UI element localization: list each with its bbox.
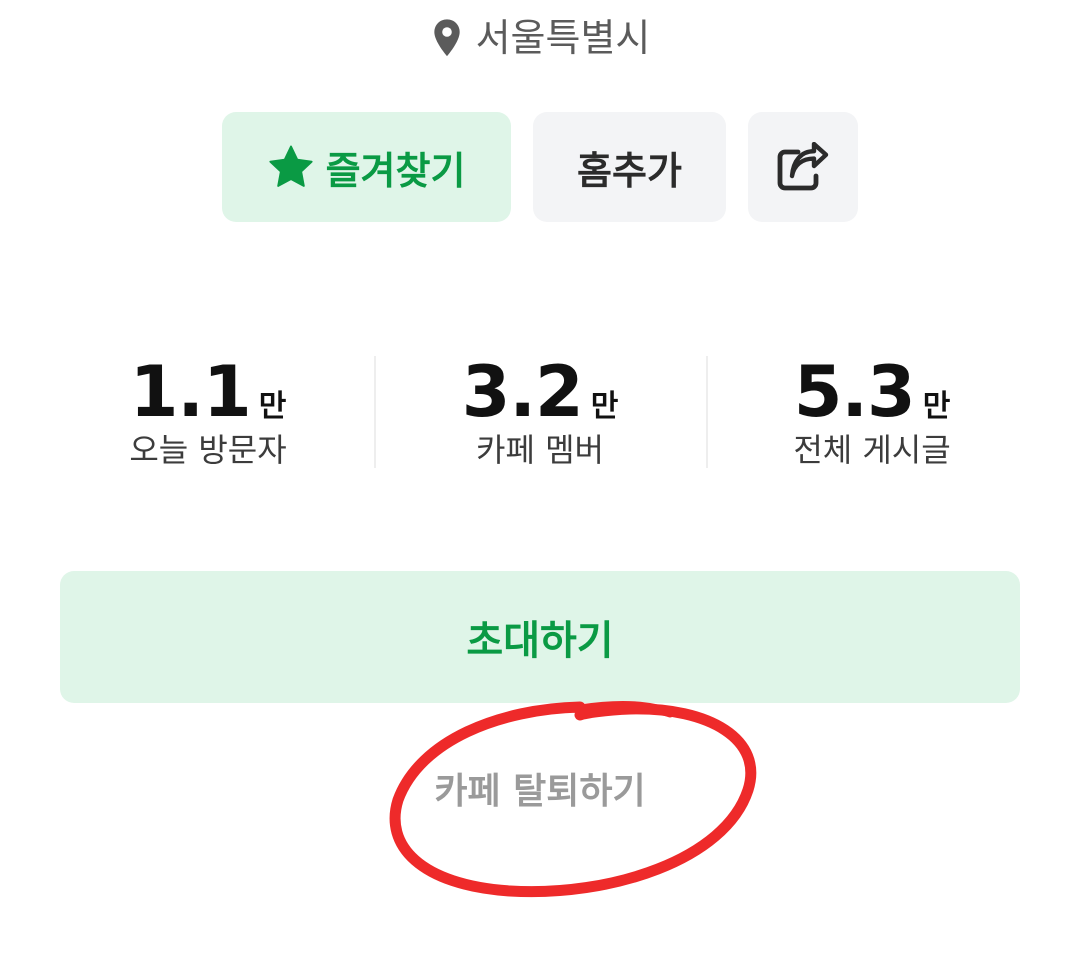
stat-unit: 만 xyxy=(922,389,951,424)
add-to-home-label: 홈추가 xyxy=(577,148,682,193)
stat-label: 카페 멤버 xyxy=(476,431,604,469)
stat-value: 5.3 만 xyxy=(794,352,951,432)
add-to-home-button[interactable]: 홈추가 xyxy=(533,112,726,222)
stat-total-posts: 5.3 만 전체 게시글 xyxy=(706,352,1038,472)
cafe-stats: 1.1 만 오늘 방문자 3.2 만 카페 멤버 5.3 만 전체 게시글 xyxy=(42,352,1038,472)
stat-number: 3.2 xyxy=(461,351,584,433)
favorite-label: 즐겨찾기 xyxy=(325,148,466,193)
stat-cafe-members: 3.2 만 카페 멤버 xyxy=(374,352,706,472)
location-row: 서울특별시 xyxy=(0,12,1080,64)
share-icon xyxy=(777,142,829,191)
favorite-button[interactable]: 즐겨찾기 xyxy=(222,112,511,222)
stat-value: 3.2 만 xyxy=(462,352,619,432)
cafe-info-panel: 서울특별시 즐겨찾기 홈추가 1.1 만 오늘 방문자 3.2 만 카페 멤버 … xyxy=(0,0,1080,958)
stat-label: 전체 게시글 xyxy=(793,431,951,469)
leave-cafe-label: 카페 탈퇴하기 xyxy=(434,771,646,812)
location-text: 서울특별시 xyxy=(475,16,651,60)
invite-label: 초대하기 xyxy=(466,618,614,664)
invite-button[interactable]: 초대하기 xyxy=(60,571,1020,703)
stat-unit: 만 xyxy=(258,389,287,424)
stat-value: 1.1 만 xyxy=(130,352,287,432)
stat-number: 5.3 xyxy=(793,351,916,433)
stat-number: 1.1 xyxy=(129,351,252,433)
star-icon xyxy=(268,145,313,187)
stat-today-visitors: 1.1 만 오늘 방문자 xyxy=(42,352,374,472)
leave-cafe-link[interactable]: 카페 탈퇴하기 xyxy=(0,766,1080,818)
stat-label: 오늘 방문자 xyxy=(129,431,287,469)
map-pin-icon xyxy=(433,19,460,57)
stat-unit: 만 xyxy=(590,389,619,424)
action-buttons: 즐겨찾기 홈추가 xyxy=(222,112,858,222)
share-button[interactable] xyxy=(748,112,858,222)
